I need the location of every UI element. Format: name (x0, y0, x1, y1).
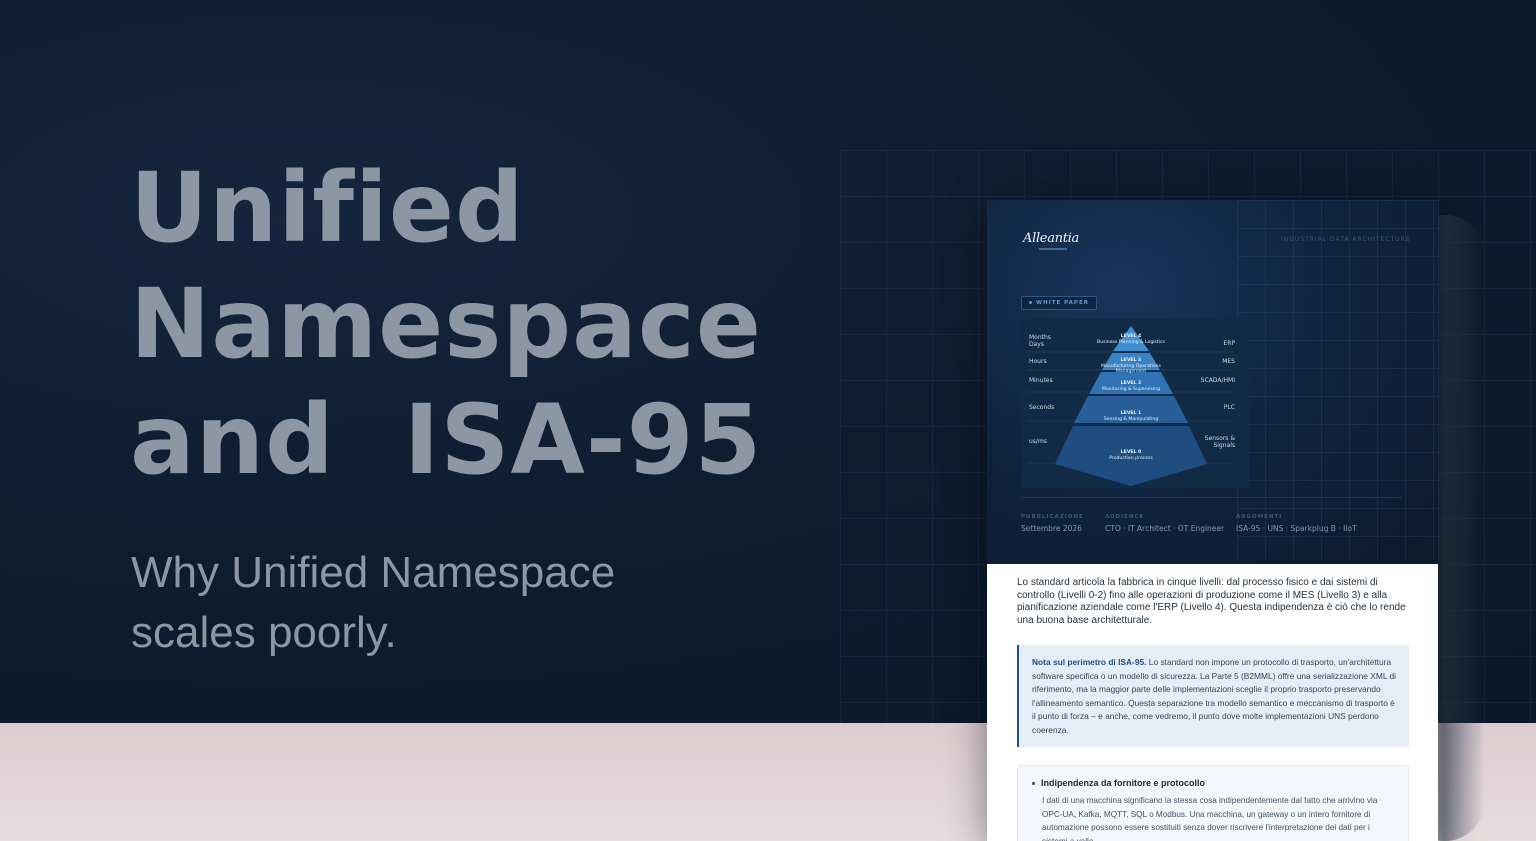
system-label: MES (1222, 358, 1235, 365)
page-title: Unified Namespace and ISA-95 (130, 150, 850, 498)
meta-audience: AUDIENCE CTO · IT Architect · OT Enginee… (1105, 514, 1225, 533)
meta-divider (1021, 497, 1402, 498)
title-line-3: and ISA-95 (130, 384, 763, 496)
meta-publication: PUBBLICAZIONE Settembre 2026 (1021, 514, 1084, 533)
level-0-label: LEVEL 0 Production process (1109, 450, 1153, 461)
bullet-icon (1032, 782, 1035, 786)
logo-underline (1039, 248, 1067, 250)
card-text: I dati di una macchina significano la st… (1042, 796, 1378, 841)
note-lead: Nota sul perimetro di ISA-95. (1032, 657, 1147, 667)
whitepaper-badge: WHITE PAPER (1021, 296, 1097, 310)
note-callout: Nota sul perimetro di ISA-95. Lo standar… (1017, 645, 1409, 747)
level-3-label: LEVEL 3 Manufacturing Operations Manageme… (1101, 358, 1161, 374)
timescale-label: Minutes (1029, 377, 1053, 384)
alleantia-logo: Alleantia (1023, 231, 1079, 246)
badge-label: WHITE PAPER (1036, 300, 1089, 306)
document-body: Lo standard articola la fabbrica in cinq… (987, 564, 1438, 841)
level-2-label: LEVEL 2 Monitoring & Supervising (1101, 381, 1161, 392)
timescale-label: us/ms (1029, 438, 1047, 445)
page-subtitle: Why Unified Namespace scales poorly. (131, 543, 691, 663)
card-heading: Indipendenza da fornitore e protocollo (1041, 778, 1206, 788)
intro-paragraph: Lo standard articola la fabbrica in cinq… (1017, 577, 1406, 626)
document-cover: Alleantia INDUSTRIAL DATA ARCHITECTURE W… (987, 200, 1438, 564)
timescale-label: Months Days (1029, 334, 1051, 348)
badge-dot-icon (1029, 301, 1032, 304)
meta-topics: ARGOMENTI ISA-95 · UNS · Sparkplug B · I… (1236, 514, 1357, 533)
system-label: SCADA/HMI (1200, 377, 1235, 384)
timescale-label: Seconds (1029, 404, 1055, 411)
system-label: Sensors & Signals (1204, 435, 1235, 449)
title-line-2: Namespace (130, 268, 762, 380)
title-line-1: Unified (130, 152, 525, 264)
level-4-label: LEVEL 4 Business Planning & Logistics (1097, 334, 1165, 345)
isa95-pyramid-diagram: Months Days Hours Minutes Seconds us/ms … (1021, 318, 1249, 488)
cover-grid (1237, 200, 1438, 560)
feature-card: Indipendenza da fornitore e protocollo I… (1017, 765, 1409, 841)
whitepaper-preview[interactable]: Alleantia INDUSTRIAL DATA ARCHITECTURE W… (987, 200, 1438, 841)
subtitle-line-2: scales poorly. (131, 608, 397, 657)
document-kicker: INDUSTRIAL DATA ARCHITECTURE (1281, 236, 1411, 243)
note-text: Lo standard non impone un protocollo di … (1032, 657, 1397, 735)
system-label: ERP (1223, 340, 1235, 347)
system-label: PLC (1223, 404, 1235, 411)
level-1-label: LEVEL 1 Sensing & Manipulating (1103, 411, 1159, 422)
timescale-label: Hours (1029, 358, 1047, 365)
subtitle-line-1: Why Unified Namespace (131, 548, 616, 597)
